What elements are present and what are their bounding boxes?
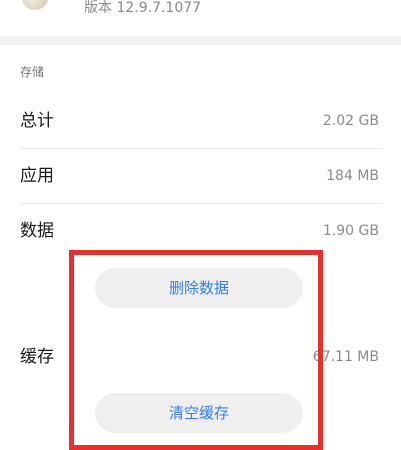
data-label: 数据 [20, 221, 54, 241]
cache-label: 缓存 [20, 347, 54, 367]
storage-row-cache: 缓存 67.11 MB [20, 342, 381, 372]
storage-row-data: 数据 1.90 GB [20, 216, 381, 246]
row-divider [20, 148, 381, 149]
total-value: 2.02 GB [322, 113, 379, 129]
row-divider [20, 203, 381, 204]
clear-data-button[interactable]: 删除数据 [95, 268, 303, 308]
apps-value: 184 MB [326, 168, 379, 184]
app-icon [22, 0, 48, 10]
storage-section-title: 存储 [20, 65, 45, 79]
cache-value: 67.11 MB [312, 349, 379, 365]
storage-row-apps: 应用 184 MB [20, 161, 381, 191]
data-value: 1.90 GB [322, 223, 379, 239]
apps-label: 应用 [20, 166, 54, 186]
app-version: 版本 12.9.7.1077 [84, 0, 202, 16]
storage-row-total: 总计 2.02 GB [20, 106, 381, 136]
app-info-header: 版本 12.9.7.1077 [0, 0, 401, 36]
total-label: 总计 [20, 111, 54, 131]
clear-cache-button[interactable]: 清空缓存 [95, 393, 303, 433]
section-separator [0, 36, 401, 45]
